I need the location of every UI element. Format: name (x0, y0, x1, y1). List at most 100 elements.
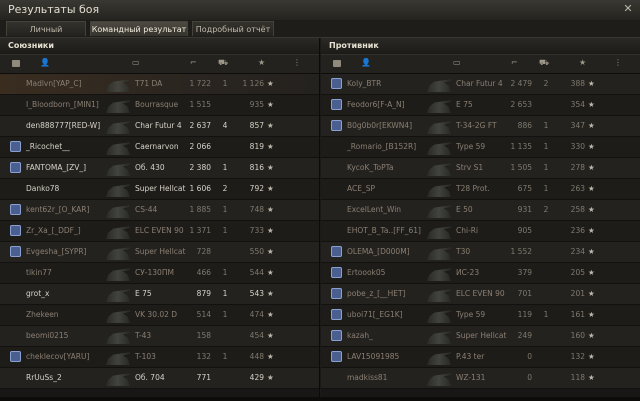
menu-icon[interactable]: ⋮ (614, 58, 622, 67)
table-row[interactable]: B0g0b0r[EKWN4] T-34-2G FT 886 1 347 ★ (321, 116, 640, 137)
vehicle-icon[interactable]: ▭ (453, 58, 461, 67)
kills-icon[interactable]: ⛟ (539, 58, 549, 68)
star-icon: ★ (267, 373, 274, 382)
player-icon[interactable]: 👤 (361, 58, 371, 67)
table-row[interactable]: Evgesha_[SYPR] Super Hellcat 728 550 ★ (0, 242, 319, 263)
table-row[interactable]: LAV15091985 P.43 ter 0 132 ★ (321, 347, 640, 368)
close-icon[interactable]: ✕ (622, 3, 634, 15)
xp-value: 550 (249, 247, 264, 256)
table-row[interactable]: KycoK_ToPTa Strv S1 1 505 1 278 ★ (321, 158, 640, 179)
vehicle-name: E 50 (456, 205, 473, 214)
table-row[interactable]: _Romario_[B152R] Type 59 1 135 1 330 ★ (321, 137, 640, 158)
xp-value: 160 (570, 331, 585, 340)
xp-value: 258 (570, 205, 585, 214)
table-row[interactable]: I_Bloodborn_[MIN1] Bourrasque 1 515 935 ★ (0, 95, 319, 116)
damage-value: 728 (196, 247, 211, 256)
table-row[interactable]: ACE_SP T28 Prot. 675 1 263 ★ (321, 179, 640, 200)
table-row[interactable]: pobe_z_[__HET] ELC EVEN 90 701 201 ★ (321, 284, 640, 305)
kills-value: 1 (222, 79, 228, 88)
platoon-icon[interactable] (333, 60, 341, 67)
table-row[interactable]: Feodor6[F-A_N] E 75 2 653 354 ★ (321, 95, 640, 116)
table-row[interactable]: EHOT_B_Ta..[FF_61] Chi-Ri 905 236 ★ (321, 221, 640, 242)
vehicle-name: Type 59 (456, 142, 486, 151)
vehicle-name: Type 59 (456, 310, 486, 319)
table-row[interactable]: Zr_Xa_[_DDF_] ELC EVEN 90 1 371 1 733 ★ (0, 221, 319, 242)
damage-icon[interactable]: ⌐ (190, 58, 197, 67)
damage-value: 2 637 (189, 121, 211, 130)
clan-emblem-icon (331, 120, 342, 131)
star-icon: ★ (267, 331, 274, 340)
xp-value: 278 (570, 163, 585, 172)
table-row[interactable]: cheklecov[YARU] T-103 132 1 448 ★ (0, 347, 319, 368)
table-row[interactable]: den888777[RED-W] Char Futur 42 637 4 857 ★ (0, 116, 319, 137)
player-icon[interactable]: 👤 (40, 58, 50, 67)
vehicle-name: Bourrasque (135, 100, 179, 109)
kills-icon[interactable]: ⛟ (218, 58, 228, 68)
clan-emblem-icon (10, 246, 21, 257)
table-row[interactable]: ExcelLent_Win E 50 931 2 258 ★ (321, 200, 640, 221)
damage-value: 158 (196, 331, 211, 340)
table-row[interactable]: kent62r_[O_KAR] CS-44 1 885 1 748 ★ (0, 200, 319, 221)
vehicle-name: T71 DA (135, 79, 163, 88)
xp-value: 234 (570, 247, 585, 256)
table-row[interactable]: tikin77 СУ-130ПМ 466 1 544 ★ (0, 263, 319, 284)
damage-value: 119 (517, 310, 532, 319)
table-row[interactable]: kazah_ Super Hellcat 249 160 ★ (321, 326, 640, 347)
damage-value: 2 066 (189, 142, 211, 151)
star-icon: ★ (588, 247, 595, 256)
table-row[interactable]: _Ricochet__ Caernarvon 2 066 819 ★ (0, 137, 319, 158)
vehicle-name: Strv S1 (456, 163, 484, 172)
xp-value: 474 (249, 310, 264, 319)
star-icon[interactable]: ★ (258, 58, 265, 67)
xp-value: 161 (570, 310, 585, 319)
xp-value: 201 (570, 289, 585, 298)
menu-icon[interactable]: ⋮ (293, 58, 301, 67)
tab-detailed-report[interactable]: Подробный отчёт (192, 21, 274, 36)
star-icon: ★ (588, 163, 595, 172)
vehicle-name: Char Futur 4 (456, 79, 503, 88)
table-row[interactable]: FANTOMA_[ZV_] Об. 430 2 380 1 816 ★ (0, 158, 319, 179)
table-row[interactable]: Madlvn[YAP_C] T71 DA 1 722 1 1 126 ★ (0, 74, 319, 95)
clan-emblem-icon (10, 162, 21, 173)
table-row[interactable]: RrUuSs_2 Об. 704 771 429 ★ (0, 368, 319, 389)
table-row[interactable]: beomi0215 T-43 158 454 ★ (0, 326, 319, 347)
vehicle-name: ELC EVEN 90 (456, 289, 505, 298)
allies-column-header: 👤 ▭ ⌐ ⛟ ★ ⋮ (0, 54, 319, 74)
table-row[interactable]: uboi71[_EG1K] Type 59 119 1 161 ★ (321, 305, 640, 326)
star-icon: ★ (588, 205, 595, 214)
vehicle-icon[interactable]: ▭ (132, 58, 140, 67)
clan-emblem-icon (331, 351, 342, 362)
vehicle-name: VK 30.02 D (135, 310, 178, 319)
platoon-icon[interactable] (12, 60, 20, 67)
table-row[interactable]: madkiss81 WZ-131 0 118 ★ (321, 368, 640, 389)
vehicle-name: Caernarvon (135, 142, 179, 151)
clan-emblem-icon (10, 351, 21, 362)
table-row[interactable]: Zhekeen VK 30.02 D 514 1 474 ★ (0, 305, 319, 326)
star-icon: ★ (267, 121, 274, 130)
table-row[interactable]: Koly_BTR Char Futur 42 479 2 388 ★ (321, 74, 640, 95)
xp-value: 263 (570, 184, 585, 193)
star-icon[interactable]: ★ (579, 58, 586, 67)
kills-value: 1 (543, 121, 549, 130)
table-row[interactable]: OLEMA_[D000M] T30 1 552 234 ★ (321, 242, 640, 263)
tab-personal-result[interactable]: Личный результат (6, 21, 86, 49)
tab-team-result[interactable]: Командный результат (90, 21, 188, 36)
vehicle-name: P.43 ter (456, 352, 485, 361)
table-row[interactable]: Ertoook05 ИС-23 379 205 ★ (321, 263, 640, 284)
kills-value: 1 (222, 352, 228, 361)
star-icon: ★ (267, 289, 274, 298)
clan-emblem-icon (10, 204, 21, 215)
vehicle-name: Char Futur 4 (135, 121, 182, 130)
vehicle-name: Chi-Ri (456, 226, 479, 235)
damage-icon[interactable]: ⌐ (511, 58, 518, 67)
vehicle-name: T-103 (135, 352, 156, 361)
clan-emblem-icon (331, 267, 342, 278)
table-row[interactable]: Danko78 Super Hellcat 1 606 2 792 ★ (0, 179, 319, 200)
star-icon: ★ (267, 352, 274, 361)
star-icon: ★ (588, 331, 595, 340)
xp-value: 347 (570, 121, 585, 130)
table-row[interactable]: grot_x E 75 879 1 543 ★ (0, 284, 319, 305)
star-icon: ★ (588, 289, 595, 298)
damage-value: 132 (196, 352, 211, 361)
vehicle-name: Super Hellcat (135, 247, 186, 256)
